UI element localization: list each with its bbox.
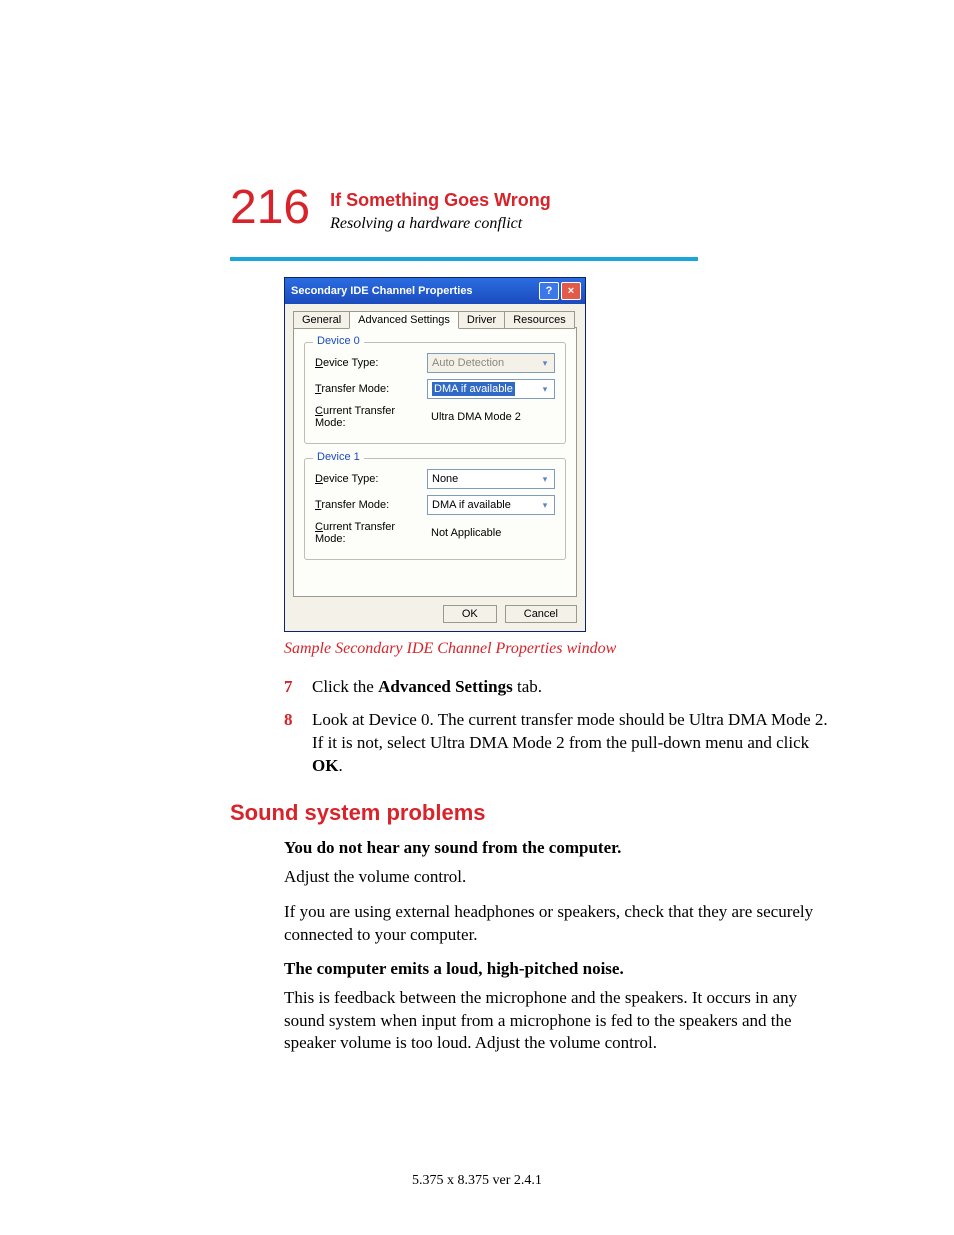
problem-1-para-a: Adjust the volume control.: [284, 866, 834, 889]
device0-type-select: Auto Detection ▾: [427, 353, 555, 373]
device1-type-label: Device Type:: [315, 473, 427, 485]
device0-type-label: Device Type:: [315, 357, 427, 369]
page: 216 If Something Goes Wrong Resolving a …: [0, 0, 954, 1235]
problem-2-title: The computer emits a loud, high-pitched …: [284, 959, 834, 979]
page-number: 216: [230, 184, 310, 232]
device0-transfer-label: Transfer Mode:: [315, 383, 427, 395]
device1-transfer-label: Transfer Mode:: [315, 499, 427, 511]
cancel-button[interactable]: Cancel: [505, 605, 577, 623]
step-text: Look at Device 0. The current transfer m…: [312, 709, 834, 778]
problem-1-title: You do not hear any sound from the compu…: [284, 838, 834, 858]
header-text: If Something Goes Wrong Resolving a hard…: [330, 190, 551, 233]
device0-legend: Device 0: [313, 335, 364, 347]
device1-type-row: Device Type: None ▾: [315, 469, 555, 489]
step-8: 8 Look at Device 0. The current transfer…: [284, 709, 834, 778]
header-rule: [230, 257, 698, 261]
dialog-buttons: OK Cancel: [293, 605, 577, 623]
tab-panel: Device 0 Device Type: Auto Detection ▾ T…: [293, 327, 577, 597]
device0-type-value: Auto Detection: [432, 357, 538, 369]
device1-transfer-row: Transfer Mode: DMA if available ▾: [315, 495, 555, 515]
device1-transfer-select[interactable]: DMA if available ▾: [427, 495, 555, 515]
step-7: 7 Click the Advanced Settings tab.: [284, 676, 834, 699]
close-icon[interactable]: ×: [561, 282, 581, 300]
step-number: 8: [284, 709, 312, 778]
device0-transfer-select[interactable]: DMA if available ▾: [427, 379, 555, 399]
chapter-subtitle: Resolving a hardware conflict: [330, 215, 551, 233]
tab-driver[interactable]: Driver: [458, 311, 505, 329]
tabstrip: General Advanced Settings Driver Resourc…: [293, 310, 577, 328]
device0-type-row: Device Type: Auto Detection ▾: [315, 353, 555, 373]
device1-type-value: None: [432, 473, 538, 485]
chevron-down-icon[interactable]: ▾: [538, 474, 552, 485]
device1-current-row: Current Transfer Mode: Not Applicable: [315, 521, 555, 545]
device0-group: Device 0 Device Type: Auto Detection ▾ T…: [304, 342, 566, 444]
titlebar-buttons: ? ×: [539, 282, 581, 300]
device1-legend: Device 1: [313, 451, 364, 463]
device1-transfer-value: DMA if available: [432, 499, 538, 511]
device1-current-label: Current Transfer Mode:: [315, 521, 427, 545]
titlebar-caption: Secondary IDE Channel Properties: [291, 285, 539, 297]
titlebar[interactable]: Secondary IDE Channel Properties ? ×: [285, 278, 585, 304]
step-number: 7: [284, 676, 312, 699]
device0-current-row: Current Transfer Mode: Ultra DMA Mode 2: [315, 405, 555, 429]
help-icon[interactable]: ?: [539, 282, 559, 300]
chapter-title: If Something Goes Wrong: [330, 190, 551, 211]
running-header: 216 If Something Goes Wrong Resolving a …: [230, 190, 834, 233]
chevron-down-icon: ▾: [538, 358, 552, 369]
tab-resources[interactable]: Resources: [504, 311, 575, 329]
tab-general[interactable]: General: [293, 311, 350, 329]
properties-dialog: Secondary IDE Channel Properties ? × Gen…: [284, 277, 586, 632]
ok-button[interactable]: OK: [443, 605, 497, 623]
step-text: Click the Advanced Settings tab.: [312, 676, 834, 699]
section-heading: Sound system problems: [230, 800, 834, 826]
device0-transfer-value: DMA if available: [432, 383, 538, 395]
chevron-down-icon[interactable]: ▾: [538, 384, 552, 395]
problem-1-para-b: If you are using external headphones or …: [284, 901, 834, 947]
device0-current-label: Current Transfer Mode:: [315, 405, 427, 429]
device1-current-value: Not Applicable: [427, 527, 501, 539]
footer: 5.375 x 8.375 ver 2.4.1: [0, 1173, 954, 1189]
device0-transfer-row: Transfer Mode: DMA if available ▾: [315, 379, 555, 399]
problem-2-para-a: This is feedback between the microphone …: [284, 987, 834, 1056]
device0-current-value: Ultra DMA Mode 2: [427, 411, 521, 423]
device1-group: Device 1 Device Type: None ▾ Transfer Mo…: [304, 458, 566, 560]
figure-caption: Sample Secondary IDE Channel Properties …: [284, 640, 834, 658]
tab-advanced-settings[interactable]: Advanced Settings: [349, 311, 459, 329]
chevron-down-icon[interactable]: ▾: [538, 500, 552, 511]
device1-type-select[interactable]: None ▾: [427, 469, 555, 489]
dialog-client: General Advanced Settings Driver Resourc…: [285, 304, 585, 631]
